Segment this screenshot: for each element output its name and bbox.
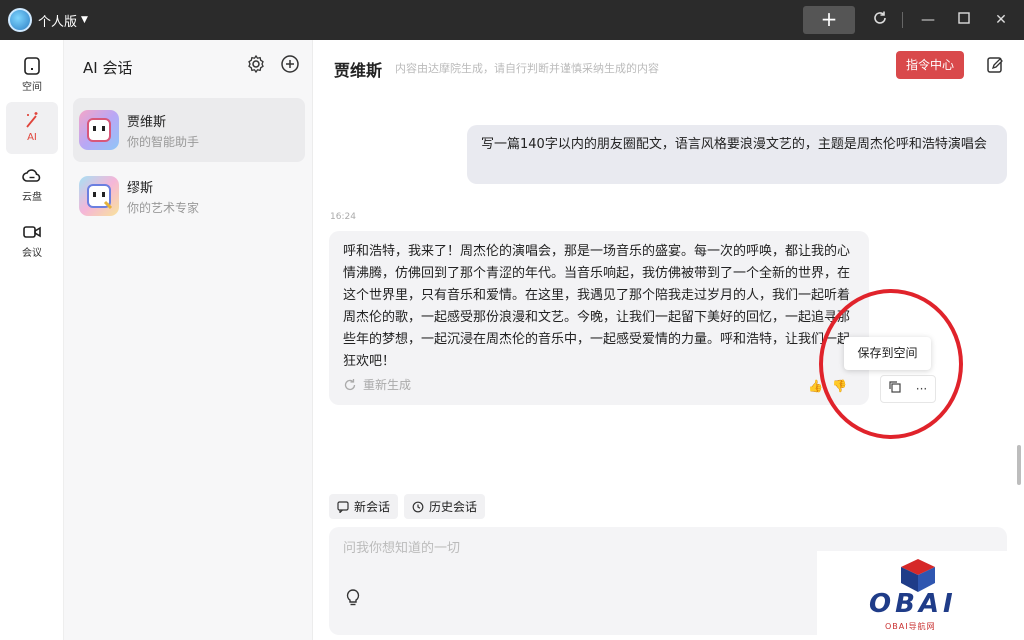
chat-icon [337,500,349,513]
rail-item-cloud[interactable]: 云盘 [6,158,58,210]
minimize-button[interactable]: — [918,10,938,30]
chat-panel: 贾维斯 内容由达摩院生成，请自行判断并谨慎采纳生成的内容 指令中心 写一篇140… [313,40,1024,640]
watermark-subtext: OBAI导航网 [885,622,936,631]
scrollbar[interactable] [1017,445,1021,485]
rail-item-ai[interactable]: AI [6,102,58,154]
disclaimer: 内容由达摩院生成，请自行判断并谨慎采纳生成的内容 [395,62,659,75]
bot-name: 缪斯 [127,181,154,196]
video-icon [23,226,41,238]
new-chat-button[interactable]: 新会话 [329,494,399,519]
rail-item-meeting[interactable]: 会议 [6,214,58,266]
new-chat-label: 新会话 [354,500,391,514]
gear-icon[interactable] [246,54,266,74]
cube-logo-icon [901,559,935,592]
bot-item-jarvis[interactable]: 贾维斯 你的智能助手 [73,98,305,162]
thumbs-up-icon[interactable]: 👍 [808,379,823,393]
message-timestamp: 16:24 [330,212,356,222]
title-bar: 个人版 ▼ + — ✕ [0,0,1024,40]
history-button[interactable]: 历史会话 [404,494,486,519]
user-avatar[interactable] [8,8,32,32]
refresh-icon [344,378,356,390]
rail-label: 会议 [22,248,42,259]
edit-icon[interactable] [985,55,1005,75]
bot-item-muse[interactable]: 缪斯 你的艺术专家 [73,164,305,228]
conversation-list: AI 会话 贾维斯 你的智能助手 缪斯 你的艺术专家 [64,40,313,640]
list-title: AI 会话 [83,59,133,77]
regenerate-button[interactable]: 重新生成 [343,376,411,393]
history-label: 历史会话 [429,500,478,514]
refresh-icon[interactable] [870,10,890,30]
add-circle-icon[interactable] [280,54,300,74]
bot-name: 贾维斯 [127,115,167,130]
bot-message: 呼和浩特，我来了！周杰伦的演唱会，那是一场音乐的盛宴。每一次的呼唤，都让我的心情… [329,231,869,405]
new-tab-button[interactable]: + [803,6,855,34]
annotation-circle [819,289,963,439]
watermark-logo: OBAI OBAI导航网 [817,551,1024,640]
magic-wand-icon [26,112,38,128]
command-center-button[interactable]: 指令中心 [896,51,964,79]
watermark-text: OBAI [869,589,957,619]
regenerate-label: 重新生成 [363,378,412,392]
history-icon [412,501,424,512]
maximize-button[interactable] [954,10,974,30]
chat-bot-name: 贾维斯 [334,61,383,80]
bot-reply-text: 呼和浩特，我来了！周杰伦的演唱会，那是一场音乐的盛宴。每一次的呼唤，都让我的心情… [343,244,851,369]
workspace-title[interactable]: 个人版 [38,11,77,30]
nav-rail: 空间 AI 云盘 会议 [0,40,64,640]
rail-label: 空间 [22,82,42,93]
bot-desc: 你的智能助手 [127,135,200,149]
space-icon [24,57,40,75]
cloud-icon [22,169,41,182]
jarvis-avatar [79,110,119,150]
user-message: 写一篇140字以内的朋友圈配文，语言风格要浪漫文艺的，主题是周杰伦呼和浩特演唱会 [467,125,1007,184]
close-button[interactable]: ✕ [991,10,1011,30]
bot-desc: 你的艺术专家 [127,201,200,215]
rail-label: 云盘 [22,192,42,203]
rail-item-space[interactable]: 空间 [6,48,58,100]
rail-label: AI [27,132,37,143]
muse-avatar [79,176,119,216]
divider [902,12,903,28]
lightbulb-icon[interactable] [345,589,361,607]
caret-down-icon[interactable]: ▼ [81,15,88,25]
chat-input[interactable] [343,537,843,559]
